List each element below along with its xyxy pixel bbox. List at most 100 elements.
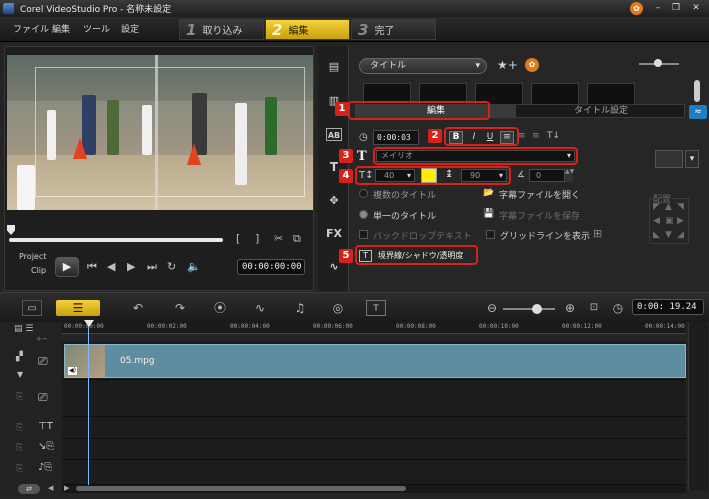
trim-marker-icon[interactable] <box>7 225 15 235</box>
timeline-zoom-icon[interactable]: ⇄ <box>18 484 40 494</box>
menu-tools[interactable]: ツール <box>83 22 110 36</box>
record-icon[interactable]: ⦿ <box>210 300 230 316</box>
menu-file[interactable]: ファイル <box>13 22 49 36</box>
close-icon[interactable]: ✕ <box>688 2 704 15</box>
volume-icon[interactable]: 🔈 <box>187 260 201 273</box>
save-subtitle-button[interactable]: 字幕ファイルを保存 <box>499 209 580 222</box>
track-add-icon[interactable]: +− <box>36 335 48 343</box>
angle-spinner[interactable]: ▲▼ <box>565 169 574 182</box>
zoom-slider[interactable] <box>503 308 555 310</box>
lock-icon[interactable]: ⎘ <box>16 464 23 474</box>
zoom-knob[interactable] <box>532 304 542 314</box>
maximize-icon[interactable]: ❐ <box>668 2 684 15</box>
timeline-vertical-scrollbar[interactable] <box>688 322 708 490</box>
storyboard-view-icon[interactable]: ▭ <box>22 300 42 316</box>
lock-icon[interactable]: ⎘ <box>16 423 23 433</box>
grid-settings-icon[interactable]: ⊞ <box>593 227 602 240</box>
color-swatch-large[interactable] <box>655 150 683 168</box>
vertical-text-icon[interactable]: T↓ <box>547 131 560 141</box>
minimize-icon[interactable]: – <box>650 2 666 15</box>
slider-knob[interactable] <box>654 59 662 67</box>
align-bottom-icon[interactable]: ▼ <box>665 230 672 240</box>
enlarge-icon[interactable]: ⧉ <box>293 232 301 246</box>
collapse-options-icon[interactable]: ≈ <box>689 105 707 119</box>
open-subtitle-button[interactable]: 字幕ファイルを開く <box>499 188 580 201</box>
title-track[interactable] <box>62 417 686 439</box>
align-left-icon[interactable]: ≡ <box>500 131 514 144</box>
title-icon[interactable]: AB <box>326 128 342 141</box>
multi-title-radio[interactable] <box>359 189 368 198</box>
zoom-in-icon[interactable]: ⊕ <box>560 300 580 316</box>
track-manager-icon[interactable]: ◎ <box>328 300 348 316</box>
align-bottom-right-icon[interactable]: ◢ <box>677 230 684 240</box>
clip-mode-label[interactable]: Clip <box>31 266 46 275</box>
undo-icon[interactable]: ↶ <box>128 300 148 316</box>
align-left-icon[interactable]: ◀ <box>653 216 660 226</box>
alignment-grid[interactable]: ◤ ▲ ◥ ◀ ▣ ▶ ◣ ▼ ◢ <box>649 198 689 244</box>
grid-checkbox[interactable] <box>486 230 495 239</box>
underline-icon[interactable]: U <box>483 131 497 144</box>
line-spacing-select[interactable]: 90 ▾ <box>461 169 507 182</box>
font-color-swatch[interactable] <box>421 168 437 183</box>
lock-icon[interactable]: ⎘ <box>16 443 23 453</box>
align-top-icon[interactable]: ▲ <box>665 202 672 212</box>
video-clip[interactable]: ◀) 05.mpg <box>64 344 686 378</box>
cut-icon[interactable]: ✂ <box>274 232 283 245</box>
align-center-icon[interactable]: ≡ <box>518 131 526 141</box>
overlay-track[interactable] <box>62 380 686 417</box>
redo-icon[interactable]: ↷ <box>170 300 190 316</box>
show-all-tracks-icon[interactable]: ▤ ☰ <box>14 324 33 334</box>
mark-in-icon[interactable]: [ <box>236 232 240 245</box>
bold-icon[interactable]: B <box>449 131 463 144</box>
scroll-thumb[interactable] <box>76 486 406 491</box>
play-button[interactable]: ▶ <box>55 257 79 277</box>
title-thumbnail[interactable] <box>587 83 635 105</box>
music-track[interactable] <box>62 460 686 485</box>
italic-icon[interactable]: I <box>467 131 481 144</box>
step-capture[interactable]: 1 取り込み <box>179 19 264 40</box>
scroll-left-icon[interactable]: ◀ <box>48 484 53 492</box>
scrub-bar[interactable] <box>9 238 223 242</box>
add-favorite-icon[interactable]: ★+ <box>497 58 518 72</box>
mark-out-icon[interactable]: ] <box>255 232 259 245</box>
fx-icon[interactable]: FX <box>326 227 342 240</box>
media-icon[interactable]: ▤ <box>326 60 342 73</box>
prev-frame-icon[interactable]: ◀ <box>107 260 115 273</box>
timeline-horizontal-scrollbar[interactable] <box>62 485 686 493</box>
zoom-out-icon[interactable]: ⊖ <box>482 300 502 316</box>
next-frame-icon[interactable]: ▶ <box>127 260 135 273</box>
voice-track[interactable] <box>62 439 686 460</box>
border-shadow-button[interactable]: T 境界線/シャドウ/透明度 <box>359 248 476 263</box>
scroll-right-icon[interactable]: ▶ <box>64 484 69 492</box>
project-mode-label[interactable]: Project <box>19 252 46 261</box>
menu-edit[interactable]: 編集 <box>52 22 70 36</box>
chapter-icon[interactable]: T <box>366 300 386 316</box>
menu-settings[interactable]: 設定 <box>121 22 139 36</box>
backdrop-text-checkbox[interactable] <box>359 230 368 239</box>
auto-music-icon[interactable]: ♫ <box>290 300 310 316</box>
tab-title-settings[interactable]: タイトル設定 <box>516 105 686 117</box>
duration-field[interactable]: 0:00:03 <box>373 130 419 145</box>
video-preview[interactable] <box>7 55 313 210</box>
ripple-edit-icon[interactable]: ▞ <box>16 352 23 362</box>
lock-icon[interactable]: ⎘ <box>16 392 23 402</box>
align-right-icon[interactable]: ▶ <box>677 216 684 226</box>
angle-field[interactable]: 0 <box>529 169 565 182</box>
graphic-icon[interactable]: ✥ <box>326 194 342 207</box>
align-top-left-icon[interactable]: ◤ <box>653 202 660 212</box>
chevron-down-icon[interactable]: ▼ <box>17 370 23 379</box>
timeline-view-icon[interactable]: ☰ <box>56 300 100 316</box>
single-title-radio[interactable] <box>359 210 368 219</box>
align-bottom-left-icon[interactable]: ◣ <box>653 230 660 240</box>
home-icon[interactable]: ⏮ <box>87 260 97 274</box>
font-size-select[interactable]: 40 ▾ <box>375 169 415 182</box>
step-share[interactable]: 3 完了 <box>351 19 436 40</box>
playhead[interactable] <box>88 322 89 490</box>
timeline-ruler[interactable]: 00:00:00:00 00:00:02:00 00:00:04:00 00:0… <box>62 322 686 334</box>
title-thumbnail[interactable] <box>531 83 579 105</box>
end-icon[interactable]: ⏭ <box>147 260 157 274</box>
library-dropdown[interactable]: タイトル ▾ <box>359 58 487 74</box>
font-select[interactable]: メイリオ ▾ <box>376 150 575 162</box>
help-icon[interactable]: ✿ <box>630 2 643 15</box>
step-edit[interactable]: 2 編集 <box>265 19 350 40</box>
